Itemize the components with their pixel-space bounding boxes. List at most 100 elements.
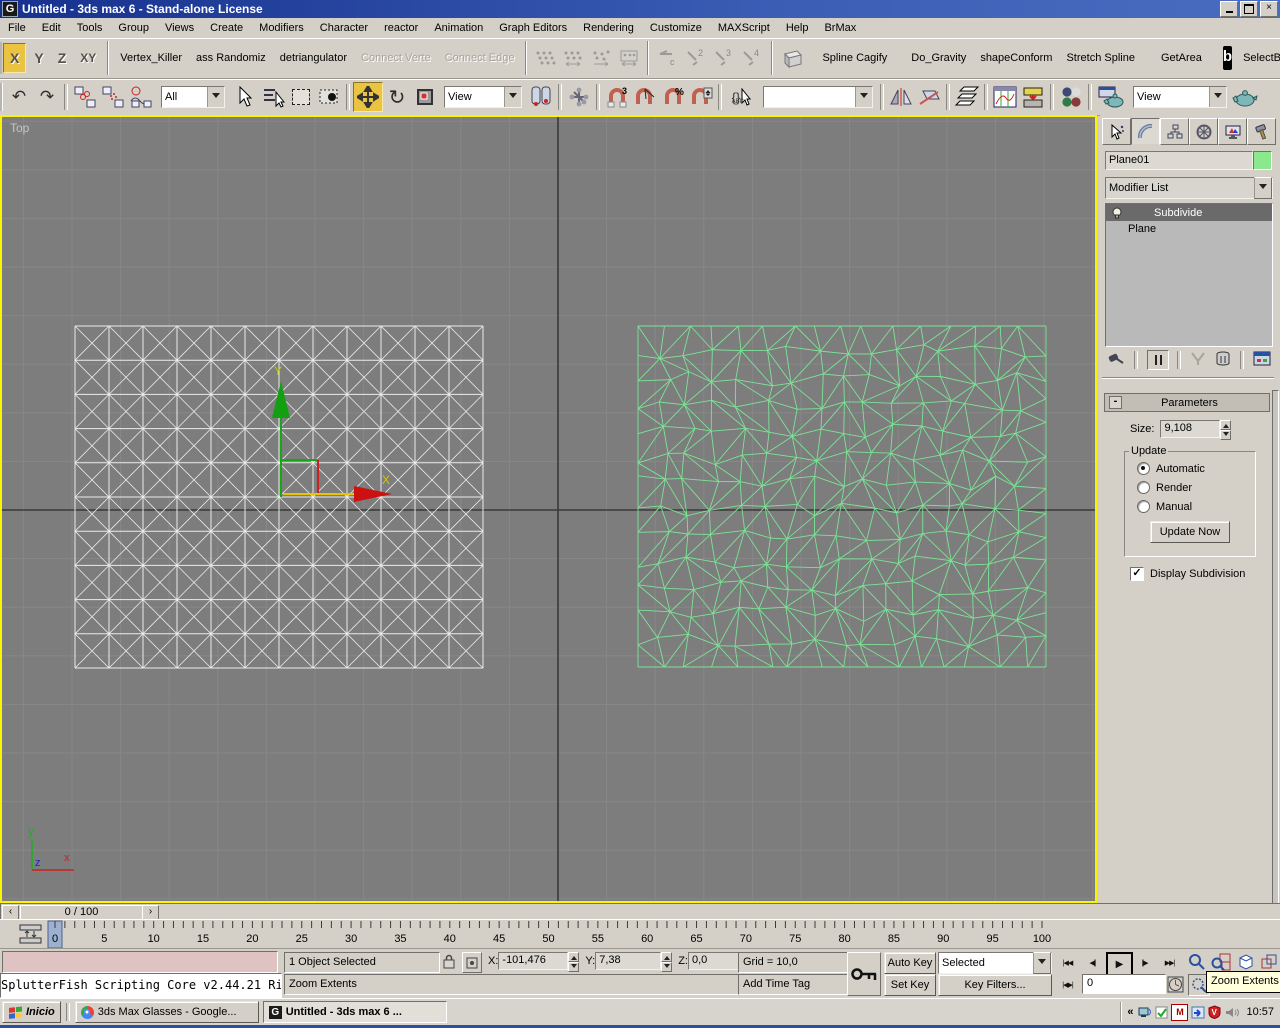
- auto-key-button[interactable]: Auto Key: [884, 952, 936, 974]
- update-render-option[interactable]: Render: [1137, 481, 1251, 494]
- y-spinner[interactable]: [661, 952, 672, 970]
- tab-display[interactable]: [1218, 118, 1247, 145]
- select-and-link-button[interactable]: [71, 83, 99, 111]
- spline-cagify-button[interactable]: Spline Cagify: [815, 52, 894, 64]
- maxscript-mini-listener-pink[interactable]: [2, 951, 278, 973]
- menu-brmax[interactable]: BrMax: [816, 20, 864, 36]
- menu-rendering[interactable]: Rendering: [575, 20, 642, 36]
- stretch-spline-button[interactable]: Stretch Spline: [1059, 52, 1141, 64]
- stack-item-plane[interactable]: Plane: [1106, 221, 1272, 237]
- menu-maxscript[interactable]: MAXScript: [710, 20, 778, 36]
- tab-utilities[interactable]: [1247, 118, 1276, 145]
- select-and-rotate-button[interactable]: ↻: [383, 83, 411, 111]
- panel-scrollbar[interactable]: [1272, 390, 1279, 944]
- x-coord-field[interactable]: -101,476: [498, 952, 568, 970]
- snap-toggle-3d-button[interactable]: 3: [603, 83, 631, 111]
- schematic-view-button[interactable]: [1019, 83, 1047, 111]
- angle-snap-button[interactable]: [631, 83, 659, 111]
- key-mode-toggle-button[interactable]: |◀▶|: [1056, 974, 1079, 995]
- spacing-tool-icon-2[interactable]: [559, 44, 587, 72]
- detriangulator-button[interactable]: detriangulator: [273, 52, 354, 64]
- viewport-label[interactable]: Top: [10, 121, 29, 135]
- plane01-subdivided-mesh[interactable]: [638, 326, 1046, 667]
- axis-x-button[interactable]: X: [3, 43, 26, 73]
- viewport-canvas[interactable]: YXyxz: [2, 117, 1095, 901]
- shape-conform-button[interactable]: shapeConform: [973, 52, 1059, 64]
- z-coord-field[interactable]: 0,0: [688, 952, 744, 970]
- mass-randomize-button[interactable]: ass Randomiz: [189, 52, 273, 64]
- connect-2-icon[interactable]: 2: [681, 44, 709, 72]
- make-unique-button[interactable]: [1189, 351, 1207, 370]
- named-selection-dropdown[interactable]: [763, 86, 873, 108]
- zoom-all-button[interactable]: [1210, 951, 1232, 973]
- spacing-tool-icon-3[interactable]: [587, 44, 615, 72]
- undo-button[interactable]: ↶: [5, 83, 33, 111]
- tab-create[interactable]: [1102, 118, 1131, 145]
- percent-snap-button[interactable]: %: [659, 83, 687, 111]
- select-and-move-button[interactable]: [353, 82, 383, 112]
- toolbar-drag-handle[interactable]: [0, 42, 2, 74]
- axis-y-button[interactable]: Y: [28, 43, 49, 73]
- start-button[interactable]: Inicio: [2, 1001, 61, 1023]
- stack-item-subdivide[interactable]: Subdivide: [1106, 204, 1272, 221]
- time-configuration-button[interactable]: [1164, 974, 1186, 994]
- scheduler-icon[interactable]: [1154, 1005, 1169, 1020]
- display-subdivision-row[interactable]: ✓ Display Subdivision: [1130, 567, 1245, 581]
- tray-chevron[interactable]: «: [1127, 1006, 1133, 1018]
- select-and-manipulate-button[interactable]: [565, 83, 593, 111]
- menu-reactor[interactable]: reactor: [376, 20, 426, 36]
- menu-animation[interactable]: Animation: [426, 20, 491, 36]
- select-object-button[interactable]: [231, 83, 259, 111]
- move-gizmo[interactable]: YX: [272, 364, 392, 502]
- spinner-snap-button[interactable]: [687, 83, 715, 111]
- named-selection-sets-button[interactable]: {}ABC: [725, 83, 759, 111]
- close-button[interactable]: ×: [1260, 1, 1278, 17]
- reference-coordinate-dropdown[interactable]: View: [444, 86, 522, 108]
- track-bar[interactable]: 0510152025303540455055606570758085909510…: [0, 919, 1280, 949]
- add-time-tag[interactable]: Add Time Tag: [738, 974, 850, 995]
- menu-edit[interactable]: Edit: [34, 20, 69, 36]
- connect-3-icon[interactable]: 3: [709, 44, 737, 72]
- zoom-extents-button[interactable]: [1234, 951, 1256, 973]
- connect-vertex-button[interactable]: Connect Verte: [354, 52, 438, 64]
- menu-file[interactable]: File: [0, 20, 34, 36]
- y-coord-field[interactable]: 7,38: [595, 952, 661, 970]
- get-area-button[interactable]: GetArea: [1154, 52, 1209, 64]
- current-frame-field[interactable]: 0: [1082, 974, 1166, 994]
- top-viewport[interactable]: YXyxz Top: [0, 115, 1097, 903]
- menu-group[interactable]: Group: [110, 20, 157, 36]
- menu-create[interactable]: Create: [202, 20, 251, 36]
- sync-icon[interactable]: [1190, 1005, 1205, 1020]
- go-to-start-button[interactable]: |◀◀: [1056, 952, 1079, 973]
- tab-modify[interactable]: [1131, 118, 1160, 145]
- vertex-killer-button[interactable]: Vertex_Killer: [113, 52, 189, 64]
- size-field[interactable]: 9,108: [1160, 420, 1220, 438]
- menu-views[interactable]: Views: [157, 20, 202, 36]
- zoom-button[interactable]: [1186, 951, 1208, 973]
- select-by-name-button[interactable]: [259, 83, 287, 111]
- tab-motion[interactable]: [1189, 118, 1218, 145]
- update-now-button[interactable]: Update Now: [1150, 521, 1230, 543]
- redo-button[interactable]: ↷: [33, 83, 61, 111]
- size-spinner[interactable]: [1220, 420, 1231, 438]
- maximize-button[interactable]: [1240, 1, 1258, 17]
- render-type-dropdown[interactable]: View: [1133, 86, 1227, 108]
- use-pivot-point-center-button[interactable]: [527, 83, 555, 111]
- do-gravity-button[interactable]: Do_Gravity: [904, 52, 973, 64]
- task-chrome-window[interactable]: 3ds Max Glasses - Google...: [75, 1001, 259, 1023]
- rectangular-selection-region-button[interactable]: [287, 83, 315, 111]
- frame-ruler[interactable]: 0510152025303540455055606570758085909510…: [0, 920, 1100, 949]
- menu-modifiers[interactable]: Modifiers: [251, 20, 312, 36]
- previous-frame-button[interactable]: ◀||: [1081, 952, 1104, 973]
- curve-editor-button[interactable]: [991, 83, 1019, 111]
- menu-tools[interactable]: Tools: [69, 20, 111, 36]
- set-keys-button[interactable]: [847, 952, 881, 996]
- object-name-field[interactable]: Plane01: [1105, 151, 1253, 170]
- lightbulb-icon[interactable]: [1110, 206, 1126, 220]
- object-color-swatch[interactable]: [1253, 151, 1272, 170]
- bind-to-spacewarp-button[interactable]: [127, 83, 155, 111]
- remove-modifier-button[interactable]: [1215, 350, 1231, 370]
- connect-edge-button[interactable]: Connect Edge: [438, 52, 522, 64]
- cube-tool-icon[interactable]: [779, 44, 807, 72]
- material-editor-button[interactable]: [1057, 83, 1085, 111]
